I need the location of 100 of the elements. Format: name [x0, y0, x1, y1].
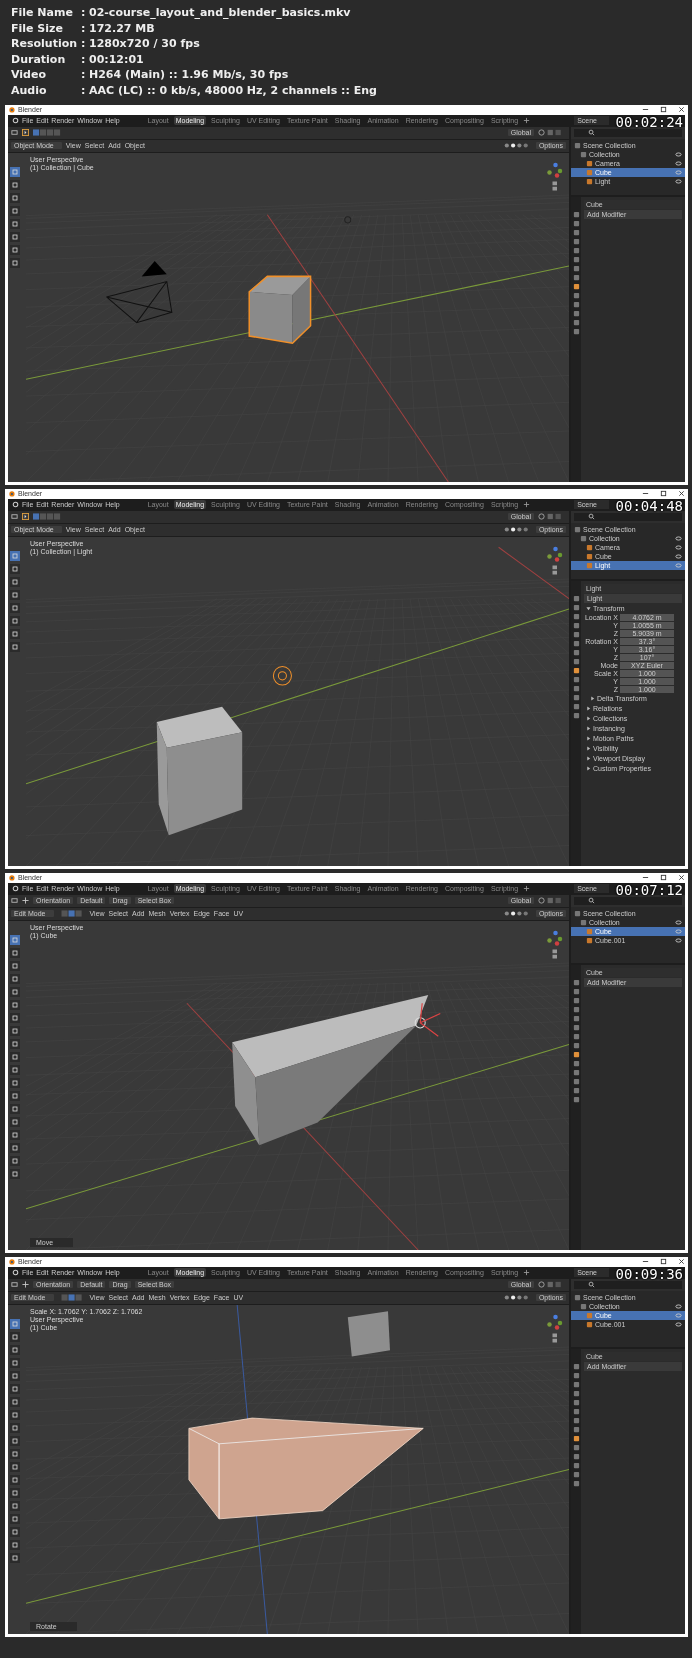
outliner-search-field[interactable] — [574, 128, 682, 137]
tool-icon[interactable] — [10, 1038, 20, 1049]
tool-icon[interactable] — [10, 1422, 20, 1433]
maximize-icon[interactable] — [660, 1258, 667, 1266]
editor-type-icon[interactable] — [11, 897, 18, 905]
maximize-icon[interactable] — [660, 490, 667, 498]
navigation-gizmo-icon[interactable] — [545, 160, 563, 193]
tool-icon[interactable] — [10, 244, 20, 255]
tool-icon[interactable] — [10, 1168, 20, 1179]
tool-icon[interactable] — [10, 1539, 20, 1550]
navigation-gizmo-icon[interactable] — [545, 1312, 563, 1345]
select-tool-icon[interactable] — [22, 513, 29, 521]
timestamp: 00:04:48 — [615, 498, 683, 513]
tool-icon[interactable] — [10, 589, 20, 600]
light-icon — [272, 665, 292, 686]
tool-icon[interactable] — [10, 257, 20, 268]
tool-icon[interactable] — [10, 192, 20, 203]
separator: : — [81, 21, 87, 37]
tool-icon[interactable] — [10, 973, 20, 984]
info-value: H264 (Main) :: 1.96 Mb/s, 30 fps — [89, 68, 289, 83]
tool-icon[interactable] — [10, 1461, 20, 1472]
tool-icon[interactable] — [10, 1396, 20, 1407]
tool-icon[interactable] — [10, 1435, 20, 1446]
navigation-gizmo-icon[interactable] — [545, 544, 563, 577]
tool-icon[interactable] — [10, 166, 20, 177]
tool-icon[interactable] — [10, 1409, 20, 1420]
tool-icon[interactable] — [10, 1500, 20, 1511]
tool-icon[interactable] — [10, 1012, 20, 1023]
timestamp: 00:02:24 — [615, 114, 683, 129]
light-icon — [344, 215, 352, 223]
tool-icon[interactable] — [10, 1513, 20, 1524]
tool-icon[interactable] — [10, 1526, 20, 1537]
outliner-search-field[interactable] — [574, 896, 682, 905]
maximize-icon[interactable] — [660, 106, 667, 114]
tool-icon[interactable] — [10, 1025, 20, 1036]
outliner-search-field[interactable] — [574, 512, 682, 521]
plus-icon[interactable] — [523, 501, 531, 509]
move-icon[interactable] — [22, 1281, 29, 1289]
tool-icon[interactable] — [10, 1487, 20, 1498]
maximize-icon[interactable] — [660, 874, 667, 882]
tool-icon[interactable] — [10, 1090, 20, 1101]
outliner-search-field[interactable] — [574, 1280, 682, 1289]
tool-icon[interactable] — [10, 563, 20, 574]
tool-icon[interactable] — [10, 986, 20, 997]
info-value: 00:12:01 — [89, 52, 144, 68]
plus-icon[interactable] — [523, 1269, 531, 1277]
tool-icon[interactable] — [10, 1051, 20, 1062]
tool-icon[interactable] — [10, 576, 20, 587]
tool-icon[interactable] — [10, 960, 20, 971]
close-icon[interactable] — [678, 874, 685, 882]
select-mode-icons[interactable] — [33, 129, 61, 137]
info-label: File Name — [11, 6, 74, 21]
tool-icon[interactable] — [10, 934, 20, 945]
search-icon — [588, 513, 595, 521]
tool-icon[interactable] — [10, 602, 20, 613]
tool-icon[interactable] — [10, 1129, 20, 1140]
separator: : — [81, 37, 87, 52]
tool-icon[interactable] — [10, 1103, 20, 1114]
tool-icon[interactable] — [10, 1331, 20, 1342]
tool-icon[interactable] — [10, 1552, 20, 1563]
separator: : — [81, 68, 87, 83]
navigation-gizmo-icon[interactable] — [545, 928, 563, 961]
tool-icon[interactable] — [10, 1370, 20, 1381]
tool-icon[interactable] — [10, 1142, 20, 1153]
search-icon — [588, 129, 595, 137]
tool-icon[interactable] — [10, 218, 20, 229]
search-icon — [588, 1281, 595, 1289]
tool-icon[interactable] — [10, 641, 20, 652]
close-icon[interactable] — [678, 490, 685, 498]
plus-icon[interactable] — [523, 117, 531, 125]
close-icon[interactable] — [678, 1258, 685, 1266]
tool-icon[interactable] — [10, 1357, 20, 1368]
select-mode-icons[interactable] — [33, 513, 61, 521]
select-tool-icon[interactable] — [22, 129, 29, 137]
tool-icon[interactable] — [10, 205, 20, 216]
plus-icon[interactable] — [523, 885, 531, 893]
tool-icon[interactable] — [10, 1077, 20, 1088]
tool-icon[interactable] — [10, 1474, 20, 1485]
tool-icon[interactable] — [10, 1344, 20, 1355]
close-icon[interactable] — [678, 106, 685, 114]
tool-icon[interactable] — [10, 628, 20, 639]
move-icon[interactable] — [22, 897, 29, 905]
search-icon — [588, 897, 595, 905]
tool-icon[interactable] — [10, 615, 20, 626]
tool-icon[interactable] — [10, 1318, 20, 1329]
editor-type-icon[interactable] — [11, 1281, 18, 1289]
separator: : — [81, 52, 87, 68]
tool-icon[interactable] — [10, 179, 20, 190]
editor-type-icon[interactable] — [11, 129, 18, 137]
tool-icon[interactable] — [10, 231, 20, 242]
tool-icon[interactable] — [10, 1155, 20, 1166]
tool-icon[interactable] — [10, 550, 20, 561]
info-value: 172.27 MB — [89, 21, 155, 37]
tool-icon[interactable] — [10, 999, 20, 1010]
editor-type-icon[interactable] — [11, 513, 18, 521]
tool-icon[interactable] — [10, 1116, 20, 1127]
tool-icon[interactable] — [10, 1064, 20, 1075]
tool-icon[interactable] — [10, 947, 20, 958]
tool-icon[interactable] — [10, 1448, 20, 1459]
tool-icon[interactable] — [10, 1383, 20, 1394]
